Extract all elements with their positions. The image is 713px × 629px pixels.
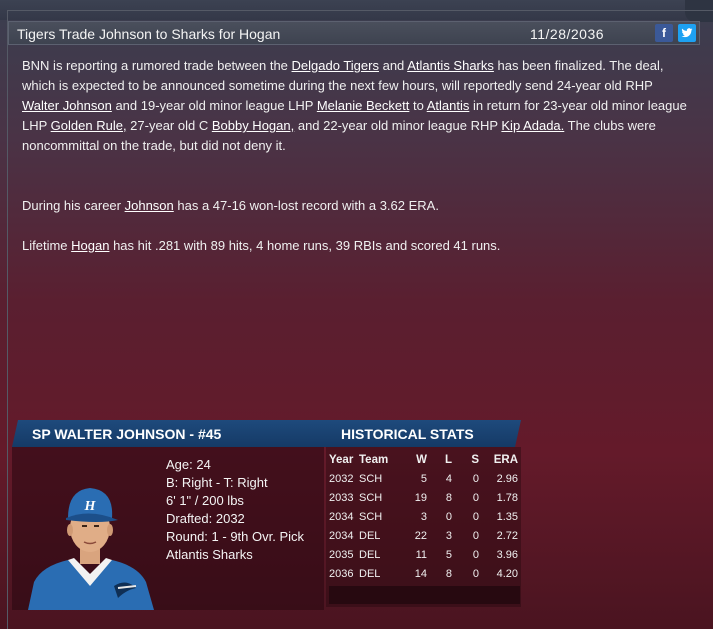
article-paragraph: Lifetime Hogan has hit .281 with 89 hits… [22, 236, 690, 256]
stats-cell: DEL [359, 548, 381, 561]
stats-row: 2035 DEL 11 5 0 3.96 [327, 545, 521, 564]
stats-cell: 2.72 [496, 529, 518, 542]
stats-cell: DEL [359, 567, 381, 580]
article-text: and 19-year old minor league LHP [111, 98, 317, 113]
facebook-share-icon[interactable]: f [655, 24, 673, 42]
article-text: 27-year old C [126, 118, 212, 133]
stats-cell: SCH [359, 510, 383, 523]
stats-cell: 2.96 [496, 472, 518, 485]
stats-cell: 2036 [329, 567, 354, 580]
article-link[interactable]: Melanie Beckett [317, 98, 410, 113]
stats-cell: 11 [415, 548, 427, 561]
stats-cell: 19 [414, 491, 427, 504]
stats-cell: 0 [445, 510, 452, 523]
stats-row: 2032 SCH 5 4 0 2.96 [327, 469, 521, 488]
stats-cell: 2035 [329, 548, 354, 561]
stats-header-saves: S [471, 454, 479, 466]
stats-cell: 5 [445, 548, 452, 561]
stats-cell: 5 [420, 472, 427, 485]
stats-header-wins: W [416, 454, 427, 466]
player-team-link[interactable]: Atlantis Sharks [166, 546, 326, 564]
historical-stats-title: HISTORICAL STATS [341, 426, 474, 442]
article-text: has hit .281 with 89 hits, 4 home runs, … [109, 238, 501, 253]
player-draft-round: Round: 1 - 9th Ovr. Pick [166, 529, 305, 544]
stats-cell: 14 [414, 567, 427, 580]
article-text: Lifetime [22, 238, 72, 253]
article-paragraph: BNN is reporting a rumored trade between… [22, 56, 690, 156]
article-link[interactable]: Atlantis Sharks [407, 58, 494, 73]
stats-cell: 2032 [329, 472, 354, 485]
stats-footer-row [329, 586, 520, 604]
article-link[interactable]: Walter Johnson [22, 98, 112, 113]
stats-cell: 4 [445, 472, 452, 485]
stats-row: 2036 DEL 14 8 0 4.20 [327, 564, 521, 583]
stats-header-losses: L [444, 454, 452, 466]
stats-cell: 0 [472, 529, 479, 542]
headline-bar: Tigers Trade Johnson to Sharks for Hogan… [8, 21, 700, 45]
player-bio: Age: 24 B: Right - T: Right 6' 1" / 200 … [166, 456, 326, 564]
player-card-header: SP WALTER JOHNSON - #45 HISTORICAL STATS [12, 420, 521, 447]
stats-cell: 3 [420, 510, 427, 523]
article-link[interactable]: Johnson [125, 198, 174, 213]
stats-cell: 0 [472, 548, 479, 561]
stats-cell: SCH [359, 491, 383, 504]
stats-cell: 3.96 [496, 548, 518, 561]
stats-cell: 8 [445, 567, 452, 580]
article-text: BNN is reporting a rumored trade between… [22, 58, 292, 73]
article-link[interactable]: Golden Rule, [51, 118, 127, 133]
stats-cell: 0 [472, 472, 479, 485]
article-link[interactable]: Kip Adada. [501, 118, 564, 133]
stats-header-year: Year [329, 454, 354, 466]
stats-cell: 2034 [329, 529, 354, 542]
article-text: During his career [22, 198, 125, 213]
stats-row: 2034 SCH 3 0 0 1.35 [327, 507, 521, 526]
stats-cell: 0 [472, 491, 479, 504]
stats-row: 2034 DEL 22 3 0 2.72 [327, 526, 521, 545]
svg-text:H: H [84, 499, 97, 514]
stats-header-row: Year Team W L S ERA [327, 451, 521, 469]
stats-cell: 2034 [329, 510, 354, 523]
stats-cell: 1.35 [496, 510, 518, 523]
player-age: Age: 24 [166, 457, 211, 472]
stats-cell: 8 [445, 491, 452, 504]
historical-stats-table: Year Team W L S ERA 2032 SCH 5 4 0 2.96 … [327, 451, 521, 583]
article-link[interactable]: Atlantis [427, 98, 470, 113]
stats-cell: 2033 [329, 491, 354, 504]
stats-header-team: Team [359, 454, 389, 466]
headline-date: 11/28/2036 [530, 26, 605, 42]
stats-cell: 0 [472, 510, 479, 523]
stats-cell: 3 [445, 529, 452, 542]
player-drafted: Drafted: 2032 [166, 511, 245, 526]
player-height-weight: 6' 1" / 200 lbs [166, 493, 244, 508]
article-body: BNN is reporting a rumored trade between… [22, 56, 690, 256]
article-text: to [409, 98, 427, 113]
stats-cell: 4.20 [496, 567, 518, 580]
article-text: has a 47-16 won-lost record with a 3.62 … [173, 198, 439, 213]
player-name-link[interactable]: SP WALTER JOHNSON - #45 [32, 426, 221, 442]
article-text: and [378, 58, 408, 73]
stats-header-era: ERA [493, 454, 518, 466]
player-bats-throws: B: Right - T: Right [166, 475, 268, 490]
stats-cell: 22 [414, 529, 427, 542]
article-link[interactable]: Delgado Tigers [292, 58, 379, 73]
stats-cell: DEL [359, 529, 381, 542]
stats-cell: 0 [472, 567, 479, 580]
stats-cell: SCH [359, 472, 383, 485]
headline-title: Tigers Trade Johnson to Sharks for Hogan [17, 26, 281, 42]
article-link[interactable]: Hogan [71, 238, 109, 253]
article-paragraph: During his career Johnson has a 47-16 wo… [22, 196, 690, 216]
player-portrait-icon: H [18, 478, 162, 610]
stats-row: 2033 SCH 19 8 0 1.78 [327, 488, 521, 507]
article-text: and 22-year old minor league RHP [294, 118, 502, 133]
article-link[interactable]: Bobby Hogan, [212, 118, 294, 133]
twitter-share-icon[interactable] [678, 24, 696, 42]
stats-cell: 1.78 [496, 491, 518, 504]
